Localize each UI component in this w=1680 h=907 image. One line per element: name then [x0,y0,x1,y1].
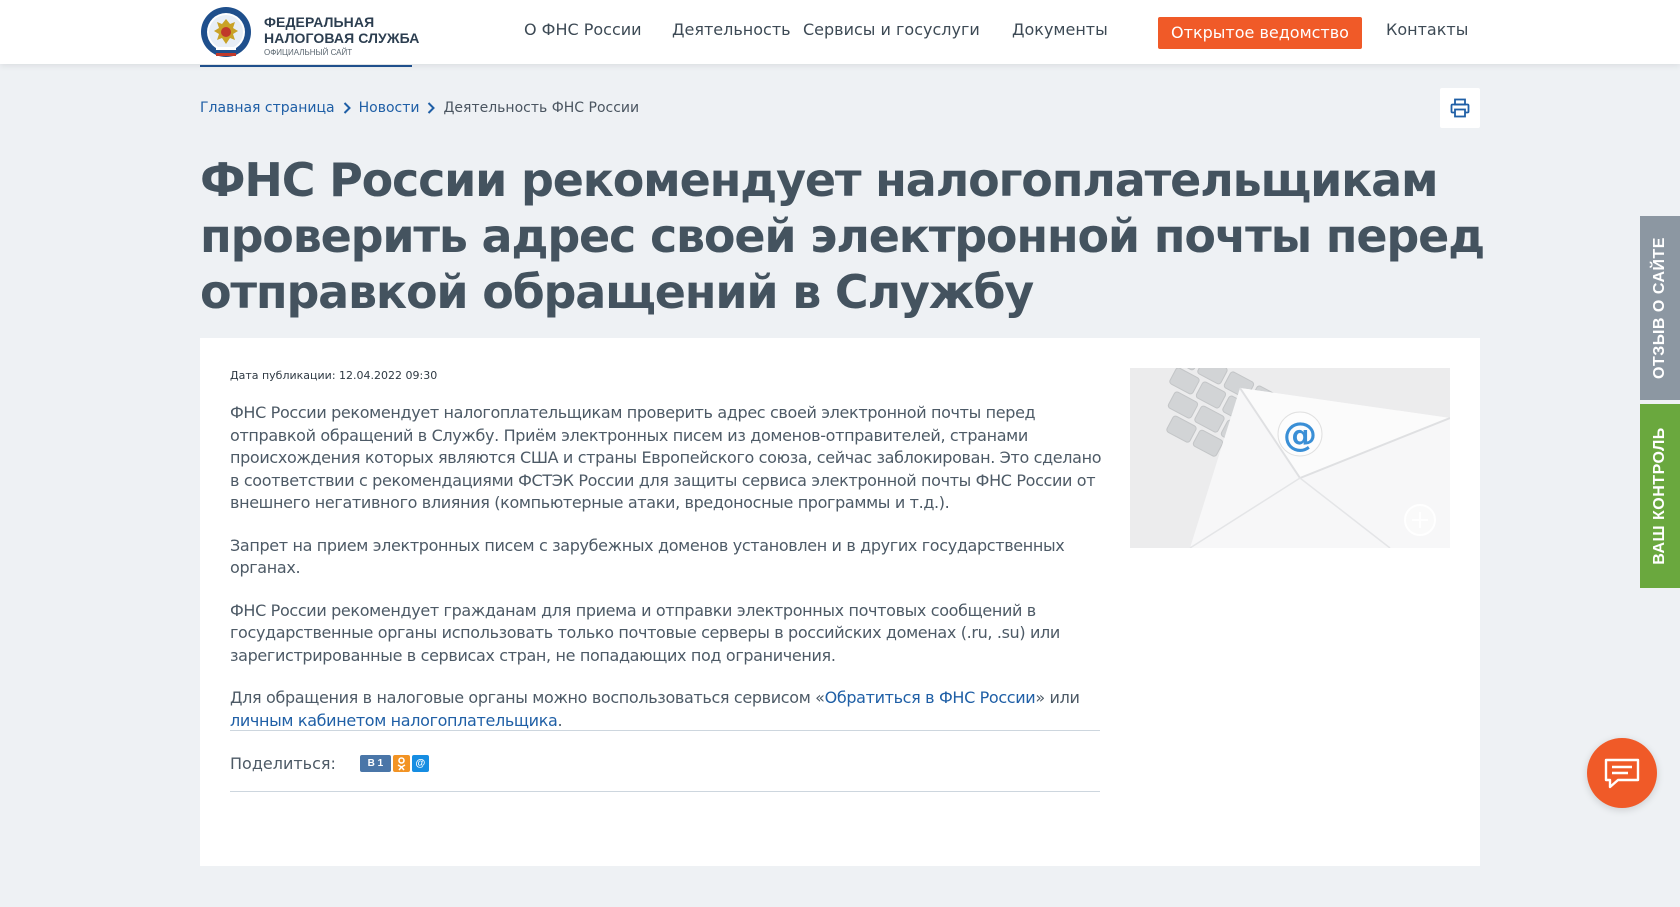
control-side-tab[interactable]: ВАШ КОНТРОЛЬ [1640,404,1680,588]
ok-share-button[interactable] [392,755,410,772]
contact-fns-link[interactable]: Обратиться в ФНС России [825,688,1036,707]
article-card: Дата публикации: 12.04.2022 09:30 ФНС Ро… [200,338,1480,866]
chevron-right-icon [343,102,351,114]
site-header: ФЕДЕРАЛЬНАЯ НАЛОГОВАЯ СЛУЖБА ОФИЦИАЛЬНЫЙ… [0,0,1680,67]
vk-icon: В [367,758,375,769]
publication-date: Дата публикации: 12.04.2022 09:30 [230,369,438,382]
paragraph-text: Для обращения в налоговые органы можно в… [230,688,825,707]
vk-share-button[interactable]: В 1 [359,755,391,772]
nav-item-documents[interactable]: Документы [1012,20,1108,39]
article-body: ФНС России рекомендует налогоплательщика… [230,402,1110,752]
print-button[interactable] [1440,88,1480,128]
control-tab-label: ВАШ КОНТРОЛЬ [1651,427,1668,565]
breadcrumb-home-link[interactable]: Главная страница [200,100,335,116]
page-title: ФНС России рекомендует налогоплательщика… [200,153,1485,319]
envelope-email-image: @ [1130,368,1450,548]
breadcrumb-current: Деятельность ФНС России [443,100,640,116]
logo-title: ФЕДЕРАЛЬНАЯ НАЛОГОВАЯ СЛУЖБА [264,14,419,46]
article-paragraph: ФНС России рекомендует налогоплательщика… [230,403,1102,512]
feedback-side-tab[interactable]: ОТЗЫВ О САЙТЕ [1640,216,1680,400]
logo-subtitle: ОФИЦИАЛЬНЫЙ САЙТ [264,48,353,57]
logo-line-2: НАЛОГОВАЯ СЛУЖБА [264,30,420,46]
share-block: Поделиться: В 1 @ [230,754,431,773]
printer-icon [1450,98,1470,118]
chat-icon [1604,758,1640,789]
breadcrumb: Главная страница Новости Деятельность ФН… [200,100,639,116]
fns-emblem-icon [201,7,251,57]
share-icons: В 1 @ [359,755,431,772]
feedback-tab-label: ОТЗЫВ О САЙТЕ [1651,237,1668,379]
paragraph-text: » или [1035,688,1080,707]
nav-item-open-agency-button[interactable]: Открытое ведомство [1158,17,1362,49]
divider [230,791,1100,792]
vk-share-count: 1 [377,758,384,769]
taxpayer-cabinet-link[interactable]: личным кабинетом налогоплательщика [230,711,558,730]
site-logo[interactable]: ФЕДЕРАЛЬНАЯ НАЛОГОВАЯ СЛУЖБА ОФИЦИАЛЬНЫЙ… [200,5,419,67]
svg-text:@: @ [1283,415,1317,455]
ok-icon [397,757,406,771]
paragraph-text: . [557,710,563,730]
article-paragraph: ФНС России рекомендует гражданам для при… [230,600,1060,665]
chat-button[interactable] [1587,738,1657,808]
article-paragraph: Для обращения в налоговые органы можно в… [230,687,1110,732]
nav-item-activity[interactable]: Деятельность [672,20,791,39]
divider [230,730,1100,731]
article-image[interactable]: @ [1130,368,1450,548]
breadcrumb-news-link[interactable]: Новости [359,100,420,116]
logo-line-1: ФЕДЕРАЛЬНАЯ [264,14,375,30]
nav-item-contacts[interactable]: Контакты [1386,20,1468,39]
mail-share-button[interactable]: @ [411,755,429,772]
nav-item-about[interactable]: О ФНС России [524,20,642,39]
chevron-right-icon [428,102,436,114]
article-paragraph: Запрет на прием электронных писем с зару… [230,535,1065,578]
nav-item-services[interactable]: Сервисы и госуслуги [803,20,980,39]
share-label: Поделиться: [230,754,336,773]
